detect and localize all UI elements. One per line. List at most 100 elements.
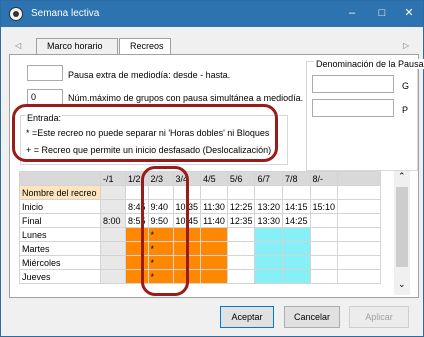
scroll-up-icon[interactable]: ⌃ — [398, 171, 406, 182]
row-label: Lunes — [19, 227, 101, 242]
grid-cell[interactable] — [200, 227, 228, 242]
grid-cell[interactable] — [281, 255, 311, 270]
grid-cell[interactable] — [281, 241, 311, 256]
pausa-label: Pausa extra de mediodía: desde - hasta. — [68, 70, 231, 80]
table-row: Lunes * — [19, 227, 382, 242]
grid-cell[interactable] — [254, 241, 283, 256]
grid-cell[interactable]: 12:25 — [226, 199, 256, 214]
grid-cell[interactable] — [100, 255, 126, 270]
apply-button[interactable]: Aplicar — [349, 306, 409, 328]
denominacion-title: Denominación de la Pausa — [314, 59, 424, 69]
grid-cell[interactable] — [254, 255, 283, 270]
grid-cell[interactable] — [309, 269, 339, 284]
grid-cell[interactable] — [309, 185, 339, 200]
grid-filler — [337, 185, 382, 200]
table-row: Nombre del recreo — [19, 185, 382, 200]
header-cell: 6/7 — [254, 171, 283, 186]
cancel-button[interactable]: Cancelar — [284, 306, 340, 328]
app-icon — [9, 7, 23, 21]
grid-cell[interactable] — [309, 227, 339, 242]
grid-cell[interactable] — [281, 185, 311, 200]
table-row: Martes * — [19, 241, 382, 256]
tab-recreos[interactable]: Recreos — [119, 38, 171, 55]
grid-cell[interactable] — [309, 213, 339, 228]
grid-filler — [337, 241, 382, 256]
denominacion-p-label: P — [402, 105, 409, 115]
row-label: Jueves — [19, 269, 101, 284]
table-row: Inicio 8:45 9:40 10:35 11:30 12:25 13:20… — [19, 199, 382, 214]
grid-cell[interactable] — [226, 255, 256, 270]
annotation-oval-column — [141, 166, 189, 296]
grid-vertical-scrollbar[interactable]: ⌃ ⌄ — [394, 171, 410, 295]
grid-cell[interactable] — [100, 241, 126, 256]
grid-cell[interactable] — [309, 241, 339, 256]
maximize-button[interactable]: □ — [367, 1, 397, 27]
grid-filler — [337, 227, 382, 242]
grid-cell[interactable] — [254, 185, 283, 200]
grid-cell[interactable] — [226, 227, 256, 242]
pausa-start-field[interactable] — [27, 65, 63, 81]
close-button[interactable]: ✕ — [394, 1, 424, 27]
tab-strip: Marco horario Recreos — [9, 38, 419, 55]
denominacion-g-label: G — [402, 81, 410, 91]
window-title: Semana lectiva — [31, 8, 100, 19]
table-row: Miércoles * — [19, 255, 382, 270]
grid-cell[interactable]: 12:35 — [226, 213, 256, 228]
breaks-grid[interactable]: -/1 1/2 2/3 3/4 4/5 5/6 6/7 7/8 8/- Nomb… — [19, 171, 382, 284]
annotation-oval-entrada — [12, 104, 278, 162]
grid-cell[interactable]: 14:15 — [281, 199, 311, 214]
grid-cell[interactable] — [100, 227, 126, 242]
row-label: Martes — [19, 241, 101, 256]
grid-cell[interactable]: 11:30 — [200, 199, 228, 214]
grid-cell[interactable] — [200, 269, 228, 284]
grid-filler — [337, 269, 382, 284]
grid-filler — [337, 255, 382, 270]
grid-cell[interactable]: 8:00 — [100, 213, 126, 228]
max-groups-field[interactable]: 0 — [27, 89, 63, 105]
table-row: Jueves * — [19, 269, 382, 284]
tab-marco-horario[interactable]: Marco horario — [36, 38, 118, 54]
dialog-window: Semana lectiva – □ ✕ ◁ ▷ Marco horario R… — [0, 0, 424, 337]
max-groups-label: Núm.máximo de grupos con pausa simultáne… — [68, 93, 304, 103]
grid-cell[interactable] — [226, 269, 256, 284]
grid-cell[interactable] — [200, 185, 228, 200]
header-cell: 4/5 — [200, 171, 228, 186]
grid-cell[interactable]: 14:25 — [281, 213, 311, 228]
accept-button[interactable]: Aceptar — [220, 306, 274, 328]
grid-filler — [337, 213, 382, 228]
grid-cell[interactable] — [254, 269, 283, 284]
denominacion-p-field[interactable] — [312, 99, 394, 117]
grid-cell[interactable] — [281, 269, 311, 284]
header-cell: 7/8 — [281, 171, 311, 186]
grid-cell[interactable] — [226, 185, 256, 200]
header-cell: 8/- — [309, 171, 339, 186]
scroll-down-icon[interactable]: ⌄ — [398, 279, 406, 290]
grid-cell[interactable]: 13:30 — [254, 213, 283, 228]
grid-filler — [337, 199, 382, 214]
row-label: Inicio — [19, 199, 101, 214]
title-bar[interactable]: Semana lectiva – □ ✕ — [1, 1, 423, 27]
grid-cell[interactable]: 15:10 — [309, 199, 339, 214]
grid-cell[interactable] — [200, 241, 228, 256]
row-label: Nombre del recreo — [19, 185, 101, 200]
grid-cell[interactable] — [100, 185, 126, 200]
grid-cell[interactable]: 13:20 — [254, 199, 283, 214]
grid-cell[interactable] — [254, 227, 283, 242]
row-label: Final — [19, 213, 101, 228]
grid-cell[interactable] — [200, 255, 228, 270]
grid-cell[interactable] — [100, 199, 126, 214]
grid-cell[interactable]: 11:40 — [200, 213, 228, 228]
denominacion-g-field[interactable] — [312, 75, 394, 93]
scroll-thumb[interactable] — [396, 187, 408, 267]
header-filler — [337, 171, 382, 186]
grid-cell[interactable] — [226, 241, 256, 256]
header-cell — [19, 171, 101, 186]
grid-cell[interactable] — [281, 227, 311, 242]
header-cell: -/1 — [100, 171, 126, 186]
grid-header-row: -/1 1/2 2/3 3/4 4/5 5/6 6/7 7/8 8/- — [19, 171, 382, 186]
header-cell: 5/6 — [226, 171, 256, 186]
grid-cell[interactable] — [309, 255, 339, 270]
minimize-button[interactable]: – — [337, 1, 367, 27]
row-label: Miércoles — [19, 255, 101, 270]
grid-cell[interactable] — [100, 269, 126, 284]
